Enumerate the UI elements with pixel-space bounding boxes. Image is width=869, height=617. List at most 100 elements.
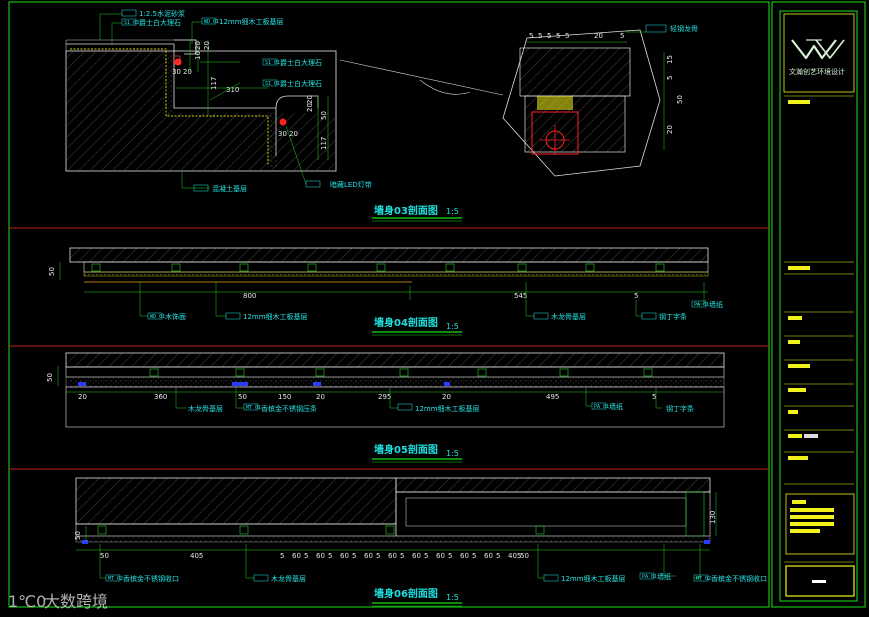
dim-label: 405 (190, 552, 203, 560)
watermark-text: 大数跨境 (44, 592, 108, 611)
section03-scale: 1:5 (446, 207, 459, 216)
section05-label-keel: 木龙骨基层 (188, 404, 223, 413)
dim-label: 130 (709, 511, 717, 524)
dim-label: 5 (529, 32, 533, 40)
material-tag: PA 01 (642, 574, 657, 580)
section04-label-tee: 钢丁字条 (659, 312, 687, 321)
material-tag: S1 03 (124, 20, 139, 26)
material-tag: PA 01 (694, 302, 709, 308)
section03-label-mortar: 1:2.5水泥砂浆 (139, 9, 185, 18)
dim-label: 117 (320, 137, 328, 150)
dim-label: 20 (78, 393, 87, 401)
dim-label: 20 (289, 130, 298, 138)
material-tag: MT 01 (246, 405, 261, 411)
dim-label: 5 (556, 32, 560, 40)
section04-title: 墙身04剖面图 (374, 316, 438, 329)
section05-label-strip: 香槟金不锈钢压条 (261, 404, 317, 413)
material-tag: MT 02 (108, 576, 123, 582)
dim-label: 60 (484, 552, 493, 560)
section05-label-plywood: 12mm细木工板基层 (415, 404, 480, 413)
section06-scale: 1:5 (446, 593, 459, 602)
dim-label: 20 (666, 125, 674, 134)
section03-label-plywood: 12mm细木工板基层 (219, 17, 284, 26)
material-tag: S1 01 (265, 81, 280, 87)
detail-callout: 5 5 5 5 5 20 5 15 5 50 20 轻钢龙骨 (339, 24, 698, 177)
dim-label: 50 (320, 111, 328, 120)
dim-label: 5 (547, 32, 551, 40)
dim-label: 5 (352, 552, 356, 560)
detail-label: 轻钢龙骨 (670, 24, 698, 33)
dim-label: 360 (154, 393, 167, 401)
dim-label: 5 (424, 552, 428, 560)
section03-label-concrete: 混凝土基层 (212, 184, 247, 193)
dim-label: 60 (412, 552, 421, 560)
dim-label: 60 (340, 552, 349, 560)
dim-label: 15 (666, 55, 674, 64)
dim-label: 60 (388, 552, 397, 560)
dim-label: 60 (316, 552, 325, 560)
dim-label: 5 (634, 292, 638, 300)
dim-label: 5 (400, 552, 404, 560)
dim-label: 5 (448, 552, 452, 560)
material-tag: WD 01 (150, 314, 165, 320)
dim-label: 60 (292, 552, 301, 560)
dim-label: 50 (676, 95, 684, 104)
section06-dimension-row: 50 405 5 60 5 60 5 60 5 60 5 60 5 60 5 60 5 60 5 60 5 40550 (100, 552, 529, 560)
dim-label: 20 (194, 41, 202, 50)
dim-label: 5 (472, 552, 476, 560)
section03-label-marble-a: 爵士白大理石 (139, 18, 181, 27)
section-05-drawing: 50 20 360 50 150 20 295 20 495 5 木龙骨基层 M… (46, 352, 725, 463)
dim-label: 545 (514, 292, 527, 300)
dim-label: 800 (243, 292, 256, 300)
dim-label: 5 (328, 552, 332, 560)
section-04-drawing: 50 800 545 5 WD 01 木饰面 12mm细木工板基层 木龙骨基层 … (48, 247, 723, 336)
dim-label: 20 (316, 393, 325, 401)
dim-label: 5 (666, 76, 674, 80)
section03-label-marble-b: 爵士白大理石 (280, 58, 322, 67)
section05-label-wallpaper: 墙纸 (609, 402, 623, 411)
section-dividers (9, 227, 769, 470)
dim-label: 20 (183, 68, 192, 76)
watermark-mark: 1℃0 (8, 592, 46, 611)
dim-label: 50 (48, 267, 56, 276)
watermark: 1℃0 大数跨境 (8, 592, 108, 611)
dim-label: 117 (210, 77, 218, 90)
title-block: 文瀚创艺环境设计 (783, 13, 855, 597)
section-03-drawing: 20 10 20 30 20 117 310 20 20 50 30 20 11… (65, 9, 462, 222)
section04-label-keel: 木龙骨基层 (551, 312, 586, 321)
material-tag: S1 01 (265, 60, 280, 66)
section04-label-veneer: 木饰面 (165, 312, 186, 321)
section03-title: 墙身03剖面图 (374, 204, 438, 217)
dim-label: 5 (620, 32, 624, 40)
dim-label: 5 (280, 552, 284, 560)
section05-scale: 1:5 (446, 449, 459, 458)
section03-label-marble-c: 爵士白大理石 (280, 79, 322, 88)
section06-label-wallpaper: 墙纸 (657, 572, 671, 581)
company-logo (791, 39, 845, 60)
dim-label: 295 (378, 393, 391, 401)
section06-label-plywood: 12mm细木工板基层 (561, 574, 626, 583)
dim-label: 5 (304, 552, 308, 560)
dim-label: 60 (460, 552, 469, 560)
dim-label: 30 (278, 130, 287, 138)
section04-label-wallpaper: 墙纸 (709, 300, 723, 309)
dim-label: 30 (172, 68, 181, 76)
dim-label: 150 (278, 393, 291, 401)
company-logo-text: 文瀚创艺环境设计 (789, 67, 845, 76)
section-06-drawing: 50 130 50 405 5 60 5 60 5 60 5 60 5 60 5 60 5 60 5 60 5 60 5… (74, 477, 767, 607)
dim-label: 5 (565, 32, 569, 40)
dim-label: 5 (376, 552, 380, 560)
dim-label: 50 (74, 531, 82, 540)
dim-label: 50 (100, 552, 109, 560)
cad-drawing-sheet: 20 10 20 30 20 117 310 20 20 50 30 20 11… (8, 1, 866, 611)
dim-label: 20 (594, 32, 603, 40)
section06-title: 墙身06剖面图 (374, 587, 438, 600)
section06-label-trim-left: 香槟金不锈钢收口 (123, 574, 179, 583)
dim-label: 5 (538, 32, 542, 40)
dim-label: 50 (46, 373, 54, 382)
material-tag: MT 02 (696, 576, 711, 582)
dim-label: 60 (436, 552, 445, 560)
dim-label: 60 (364, 552, 373, 560)
dim-label: 20 (306, 103, 314, 112)
dim-label: 20 (306, 95, 314, 104)
